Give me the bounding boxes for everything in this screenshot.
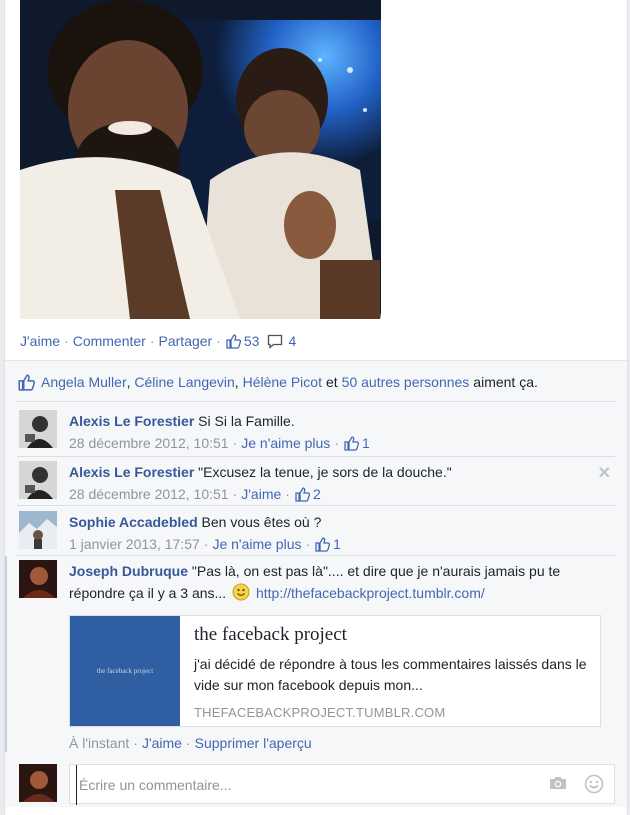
like-count-value: 53	[243, 333, 260, 349]
comment-like-count[interactable]: 2	[313, 483, 321, 505]
separator: ·	[64, 333, 69, 349]
thumbs-up-icon	[18, 374, 35, 391]
comment-timestamp[interactable]: 28 décembre 2012, 10:51	[69, 432, 229, 454]
liker-name[interactable]: Céline Langevin	[134, 374, 234, 390]
comment-timestamp[interactable]: 1 janvier 2013, 17:57	[69, 533, 200, 555]
comment-author[interactable]: Sophie Accadebled	[69, 514, 198, 530]
comment-like-count[interactable]: 1	[333, 533, 341, 555]
comment-author[interactable]: Alexis Le Forestier	[69, 464, 194, 480]
unlike-button[interactable]: Je n'aime plus	[212, 533, 301, 555]
comment-count-value: 4	[288, 333, 297, 349]
comment-body: Alexis Le Forestier Si Si la Famille. 28…	[69, 410, 609, 454]
avatar[interactable]	[19, 560, 57, 598]
avatar-image	[19, 511, 57, 549]
post-actions: J'aime · Commenter · Partager · 53 4	[20, 331, 296, 351]
thumbs-up-icon	[315, 537, 331, 552]
liker-name[interactable]: Angela Muller	[41, 374, 127, 390]
comment-text: "Excusez la tenue, je sors de la douche.…	[198, 464, 452, 480]
comment-meta: 28 décembre 2012, 10:51 · J'aime · 2	[69, 483, 609, 505]
comment-like-button[interactable]: J'aime	[241, 483, 281, 505]
divider	[17, 401, 615, 402]
comments-count[interactable]: 4	[267, 333, 296, 349]
comment-author[interactable]: Joseph Dubruque	[69, 563, 188, 579]
likes-count[interactable]: 53	[225, 333, 260, 349]
likes-conjunction: et	[325, 374, 338, 390]
separator: ·	[216, 333, 221, 349]
photo-image	[20, 0, 381, 319]
preview-domain: THEFACEBACKPROJECT.TUMBLR.COM	[194, 705, 446, 720]
preview-description: j'ai décidé de répondre à tous les comme…	[194, 656, 587, 693]
preview-thumbnail[interactable]: the faceback project	[70, 616, 180, 726]
smiley-emoji-icon	[232, 583, 250, 601]
avatar[interactable]	[19, 461, 57, 499]
unlike-button[interactable]: Je n'aime plus	[241, 432, 330, 454]
other-likers-link[interactable]: 50 autres personnes	[342, 374, 470, 390]
preview-thumbnail-text: the faceback project	[96, 667, 154, 675]
liker-name[interactable]: Hélène Picot	[243, 374, 322, 390]
remove-preview-button[interactable]: Supprimer l'aperçu	[195, 735, 312, 751]
avatar[interactable]	[19, 511, 57, 549]
like-button[interactable]: J'aime	[20, 333, 60, 349]
thumbs-up-icon	[295, 487, 310, 502]
thumbs-up-icon	[226, 334, 241, 349]
separator: ·	[149, 333, 155, 349]
emoji-icon[interactable]	[584, 774, 604, 797]
thumbs-up-icon	[344, 436, 359, 451]
comment-text: Si Si la Famille.	[198, 413, 295, 429]
avatar-image	[19, 560, 57, 598]
avatar-image	[19, 461, 57, 499]
comment-input[interactable]	[76, 765, 541, 805]
comment-timestamp[interactable]: 28 décembre 2012, 10:51	[69, 483, 229, 505]
divider	[17, 555, 615, 556]
comment-item: Sophie Accadebled Ben vous êtes où ? 1 j…	[19, 511, 609, 552]
divider	[17, 456, 615, 457]
comment-button[interactable]: Commenter	[73, 333, 146, 349]
active-comment-indicator	[5, 556, 7, 752]
divider	[17, 505, 615, 506]
comment-text: Ben vous êtes où ?	[201, 514, 322, 530]
comment-bubble-icon	[268, 334, 283, 349]
comment-link[interactable]: http://thefacebackproject.tumblr.com/	[256, 585, 485, 601]
comment-meta: 28 décembre 2012, 10:51 · Je n'aime plus…	[69, 432, 609, 454]
comment-meta: 1 janvier 2013, 17:57 · Je n'aime plus ·…	[69, 533, 609, 555]
likes-summary: Angela Muller, Céline Langevin, Hélène P…	[17, 373, 538, 391]
comment-item: Alexis Le Forestier Si Si la Famille. 28…	[19, 410, 609, 451]
post-photo[interactable]	[20, 0, 381, 319]
comment-item: Alexis Le Forestier "Excusez la tenue, j…	[19, 461, 611, 502]
comment-composer	[69, 764, 615, 805]
close-icon[interactable]: ✕	[598, 463, 611, 483]
likes-suffix: aiment ça.	[473, 374, 538, 390]
comment-like-button[interactable]: J'aime	[142, 735, 182, 751]
comment-timestamp[interactable]: À l'instant	[69, 735, 129, 751]
link-preview[interactable]: the faceback project the faceback projec…	[69, 615, 601, 727]
avatar[interactable]	[19, 410, 57, 448]
post-card: J'aime · Commenter · Partager · 53 4 Ang…	[4, 0, 628, 815]
comment-meta: À l'instant · J'aime · Supprimer l'aperç…	[69, 735, 312, 751]
comment-body: Joseph Dubruque "Pas là, on est pas là".…	[69, 560, 609, 604]
composer-avatar	[19, 764, 57, 802]
feedback-section: Angela Muller, Céline Langevin, Hélène P…	[5, 360, 627, 807]
share-button[interactable]: Partager	[159, 333, 213, 349]
comment-author[interactable]: Alexis Le Forestier	[69, 413, 194, 429]
camera-icon[interactable]	[548, 775, 568, 794]
comment-body: Sophie Accadebled Ben vous êtes où ? 1 j…	[69, 511, 609, 555]
comment-body: Alexis Le Forestier "Excusez la tenue, j…	[69, 461, 609, 505]
avatar-image	[19, 410, 57, 448]
avatar-image	[19, 764, 57, 802]
preview-title[interactable]: the faceback project	[194, 624, 347, 646]
comment-like-count[interactable]: 1	[362, 432, 370, 454]
